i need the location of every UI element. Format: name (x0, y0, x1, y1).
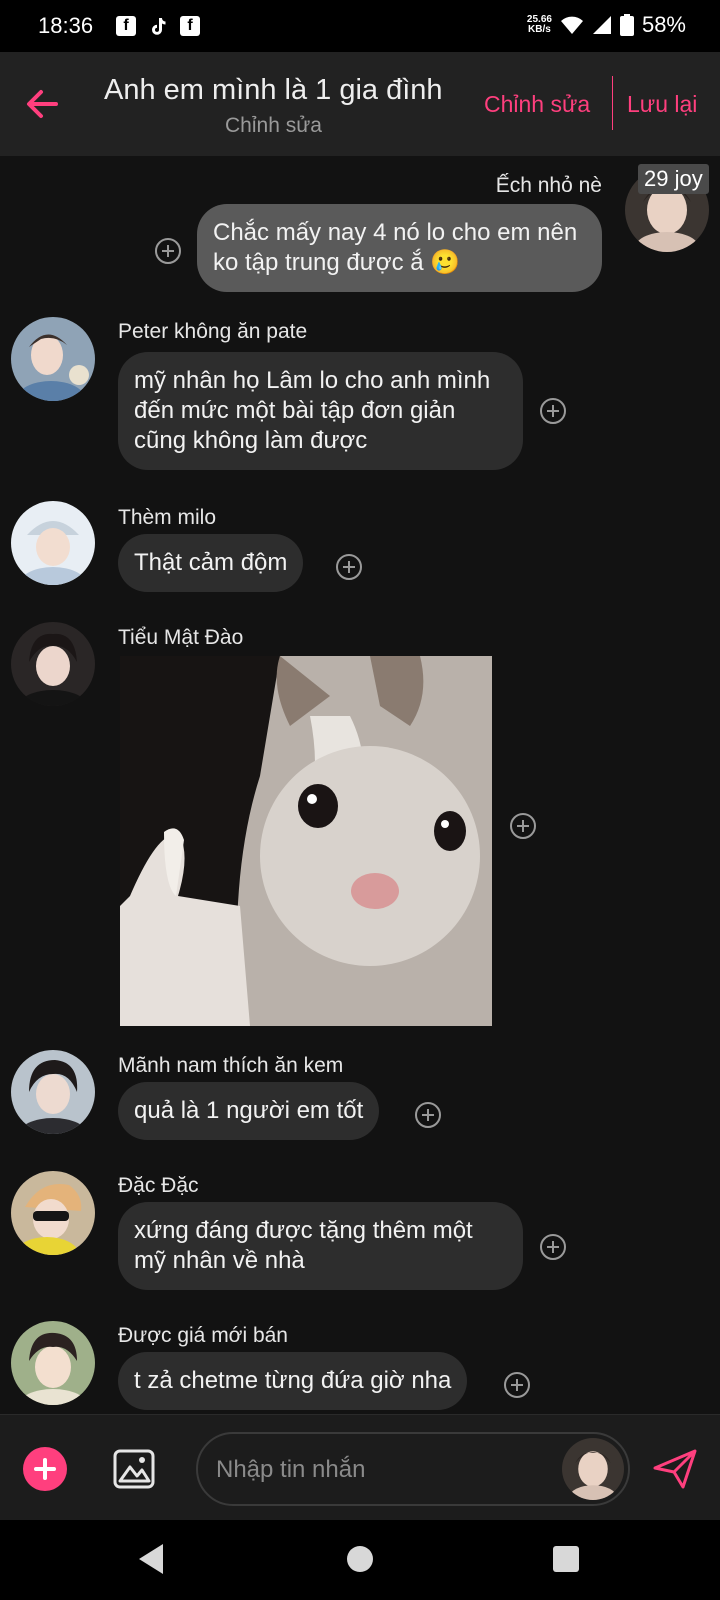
battery-icon (619, 14, 634, 36)
add-attachment-button[interactable] (23, 1447, 67, 1491)
save-button[interactable]: Lưu lại (627, 91, 697, 118)
sender-name: Peter không ăn pate (118, 320, 308, 343)
avatar[interactable] (11, 1050, 95, 1134)
sender-name: Ếch nhỏ nè (495, 174, 602, 197)
message-composer: Nhập tin nhắn (0, 1414, 720, 1520)
nav-home-icon[interactable] (346, 1545, 374, 1573)
avatar[interactable] (11, 501, 95, 585)
facebook-icon: f (116, 16, 136, 36)
add-reaction-icon[interactable] (415, 1102, 441, 1128)
message-input[interactable]: Nhập tin nhắn (196, 1432, 630, 1506)
avatar[interactable] (11, 317, 95, 401)
app-header: Anh em mình là 1 gia đình Chỉnh sửa Chỉn… (0, 52, 720, 156)
add-reaction-icon[interactable] (336, 554, 362, 580)
edit-button[interactable]: Chỉnh sửa (484, 91, 590, 118)
avatar[interactable] (11, 622, 95, 706)
avatar[interactable] (11, 1171, 95, 1255)
status-indicators: 25.66 KB/s 58% (527, 12, 686, 38)
add-reaction-icon[interactable] (540, 1234, 566, 1260)
facebook-icon: f (180, 16, 200, 36)
message-image[interactable] (120, 656, 492, 1026)
message-bubble[interactable]: Thật cảm độm (118, 534, 304, 592)
sender-name: Đặc Đặc (118, 1174, 199, 1197)
sender-name: Thèm milo (118, 506, 217, 529)
network-speed: 25.66 KB/s (526, 14, 552, 35)
sender-name: Mãnh nam thích ăn kem (118, 1054, 344, 1077)
tiktok-icon (152, 18, 166, 35)
add-reaction-icon[interactable] (155, 238, 181, 264)
battery-percent: 58% (641, 12, 686, 37)
add-reaction-icon[interactable] (504, 1372, 530, 1398)
back-arrow-icon[interactable] (22, 84, 62, 124)
nav-recents-icon[interactable] (552, 1545, 580, 1573)
nav-back-icon[interactable] (137, 1542, 165, 1576)
image-picker-icon[interactable] (112, 1448, 156, 1490)
page-subtitle: Chỉnh sửa (225, 114, 322, 137)
wifi-icon (560, 16, 583, 34)
header-divider (612, 76, 613, 130)
user-tag: 29 joy (638, 164, 709, 194)
status-app-icons: f f (116, 16, 200, 36)
status-bar: 18:36 f f 25.66 KB/s 58% (0, 0, 720, 52)
sender-name: Được giá mới bán (118, 1324, 288, 1347)
add-reaction-icon[interactable] (540, 398, 566, 424)
signal-icon (592, 16, 611, 34)
send-icon[interactable] (652, 1448, 698, 1490)
status-time: 18:36 (38, 13, 94, 38)
message-bubble[interactable]: t zả chetme từng đứa giờ nha (118, 1352, 468, 1410)
avatar[interactable] (562, 1438, 624, 1500)
system-nav-bar (0, 1520, 720, 1600)
page-title: Anh em mình là 1 gia đình (104, 74, 443, 106)
avatar[interactable] (11, 1321, 95, 1405)
message-bubble[interactable]: mỹ nhân họ Lâm lo cho anh mình đến mức m… (118, 352, 523, 470)
sender-name: Tiểu Mật Đào (118, 626, 244, 649)
message-bubble[interactable]: quả là 1 người em tốt (118, 1082, 380, 1140)
message-list[interactable]: Ếch nhỏ nè Chắc mấy nay 4 nó lo cho em n… (0, 156, 720, 1414)
add-reaction-icon[interactable] (510, 813, 536, 839)
message-bubble[interactable]: xứng đáng được tặng thêm một mỹ nhân về … (118, 1202, 523, 1290)
message-input-placeholder: Nhập tin nhắn (216, 1456, 366, 1483)
message-bubble[interactable]: Chắc mấy nay 4 nó lo cho em nên ko tập t… (197, 204, 602, 292)
